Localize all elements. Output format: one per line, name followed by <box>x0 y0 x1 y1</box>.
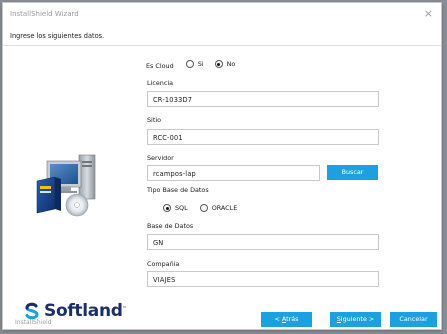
brand-trademark: ™ <box>122 305 127 311</box>
radio-no-label: No <box>226 60 236 68</box>
compania-label: Compañia <box>147 260 180 268</box>
next-button[interactable]: Siguiente > <box>330 312 381 327</box>
tipo-sql-radio[interactable]: SQL <box>163 204 188 212</box>
tipo-base-row: SQL ORACLE <box>163 204 237 214</box>
softland-logo-icon <box>25 302 39 320</box>
base-datos-field[interactable]: GN <box>147 234 379 250</box>
header-divider <box>3 45 441 46</box>
installshield-label: InstallShield <box>15 319 52 326</box>
radio-si-indicator[interactable] <box>185 60 194 68</box>
radio-oracle-indicator[interactable] <box>199 204 208 212</box>
compania-field[interactable]: VIAJES <box>147 271 379 287</box>
window-title: InstallShield Wizard <box>10 10 79 18</box>
instruction-text: Ingrese los siguientes datos. <box>10 32 105 40</box>
back-button[interactable]: < Atrás <box>261 312 312 327</box>
back-rest: trás <box>286 315 299 323</box>
brand-text: Softland <box>44 301 123 321</box>
radio-no-indicator[interactable] <box>214 60 223 68</box>
radio-si-label: Si <box>197 60 204 68</box>
es-cloud-label: Es Cloud <box>146 62 174 70</box>
radio-sql-indicator[interactable] <box>163 204 171 212</box>
tipo-oracle-radio[interactable]: ORACLE <box>199 204 238 212</box>
licencia-label: Licencia <box>147 79 174 87</box>
base-datos-label: Base de Datos <box>147 222 194 230</box>
tipo-base-label: Tipo Base de Datos <box>147 186 209 194</box>
licencia-field[interactable]: CR-1033D7 <box>147 91 379 107</box>
sitio-field[interactable]: RCC-001 <box>147 129 379 145</box>
back-prefix: < <box>274 315 282 323</box>
es-cloud-no-radio[interactable]: No <box>214 60 236 68</box>
sitio-label: Sitio <box>147 116 162 124</box>
next-rest: iguiente > <box>340 315 375 323</box>
installshield-wizard-window: InstallShield Wizard × Ingrese los sigui… <box>2 2 442 330</box>
brand-name: Softland™ <box>44 301 127 321</box>
radio-oracle-label: ORACLE <box>211 204 238 212</box>
servidor-label: Servidor <box>147 154 174 162</box>
es-cloud-row: Es Cloud Si No <box>146 60 235 70</box>
cancel-button[interactable]: Cancelar <box>390 312 437 327</box>
title-bar: InstallShield Wizard × <box>3 3 441 25</box>
softland-logo: Softland™ <box>23 301 127 321</box>
buscar-button[interactable]: Buscar <box>327 165 378 180</box>
es-cloud-si-radio[interactable]: Si <box>185 60 204 68</box>
radio-sql-label: SQL <box>175 204 188 212</box>
servidor-field[interactable]: rcampos-lap <box>147 165 320 181</box>
computer-setup-icon <box>33 153 103 223</box>
close-icon[interactable]: × <box>424 7 433 20</box>
